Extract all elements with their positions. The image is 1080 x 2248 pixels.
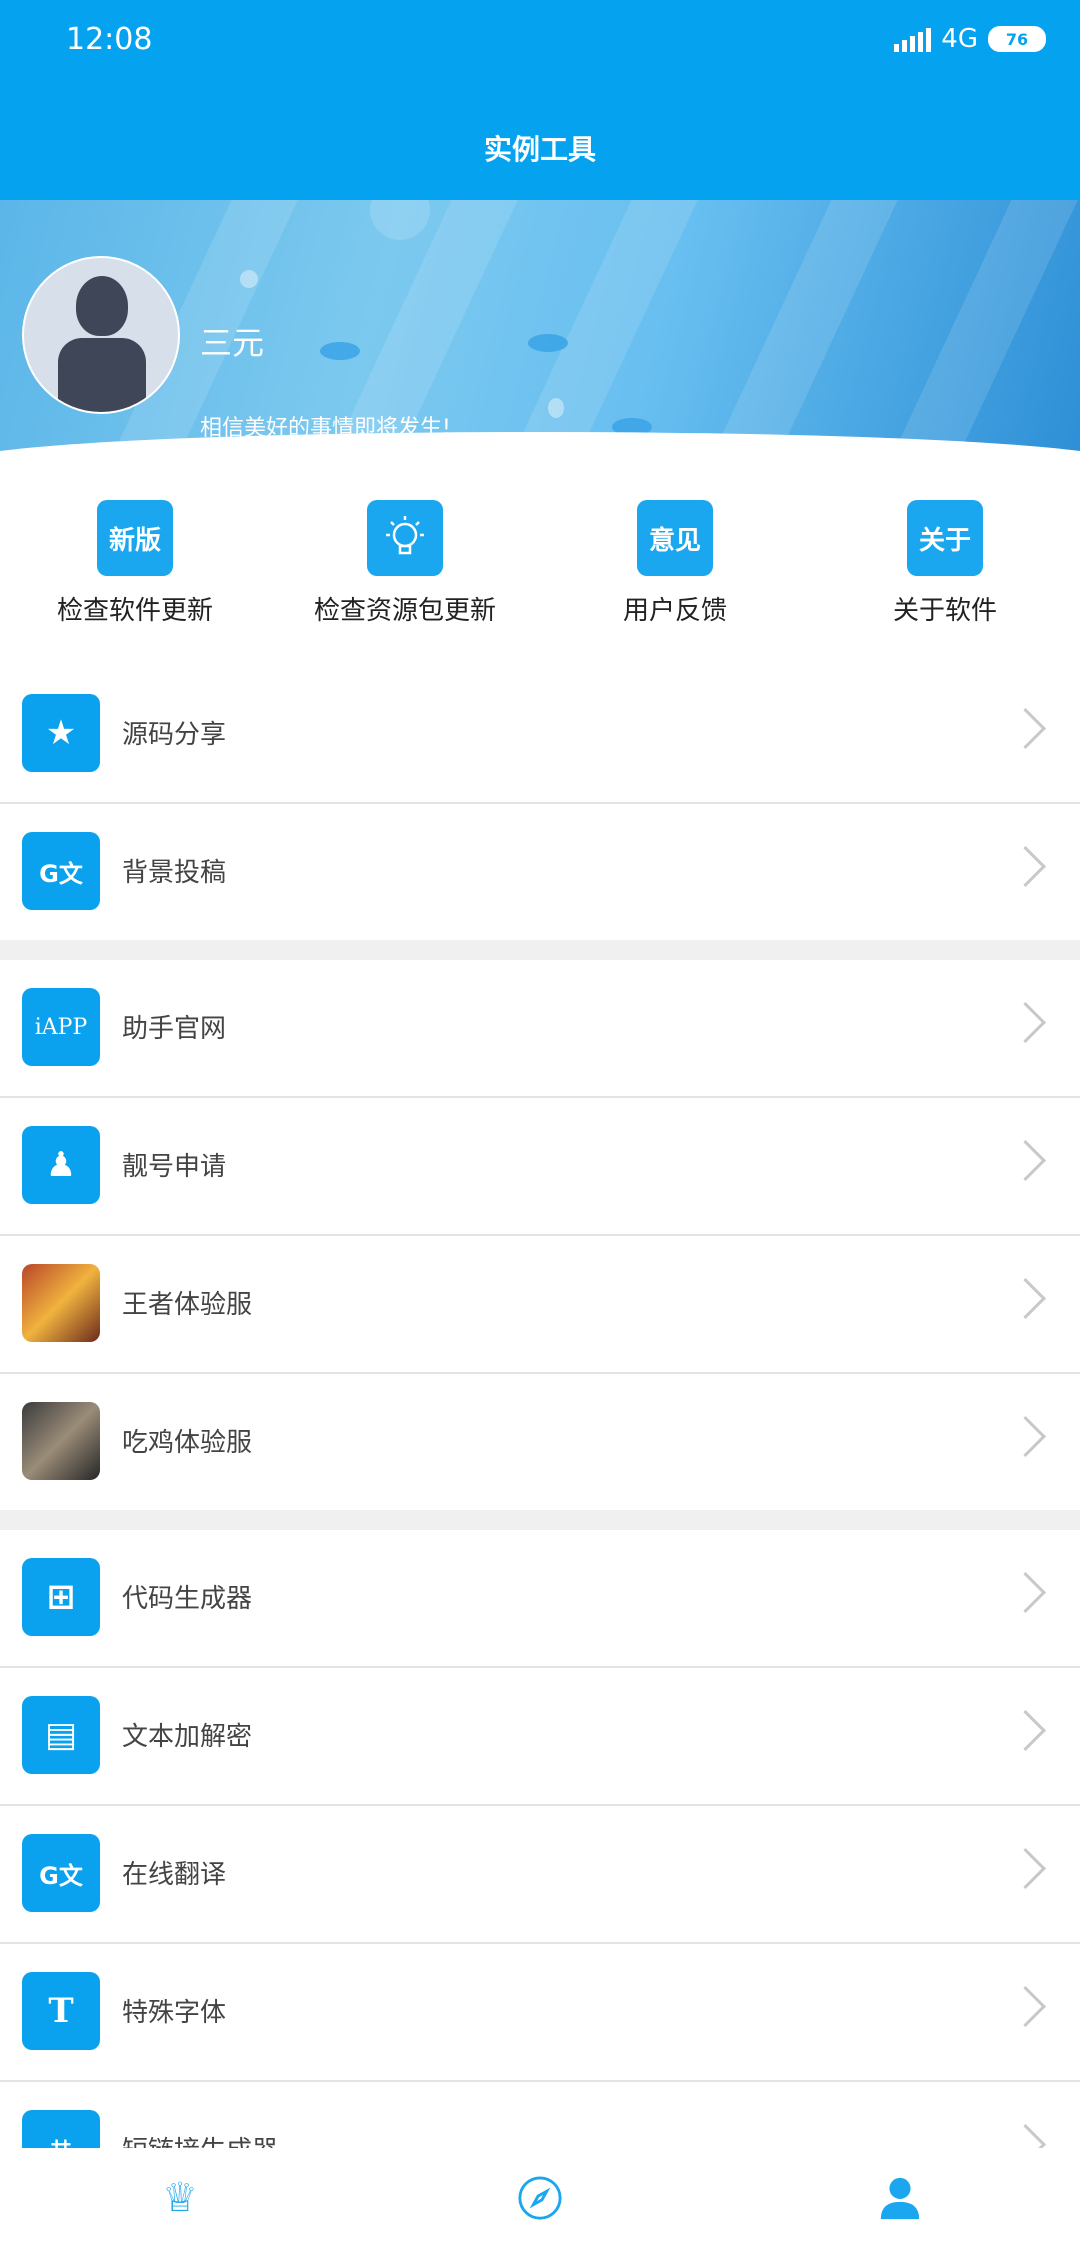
chevron-right-icon	[1004, 1415, 1047, 1458]
compass-icon	[517, 2175, 563, 2221]
quick-action-label: 用户反馈	[622, 596, 727, 626]
chevron-right-icon	[1004, 707, 1047, 750]
profile-motto: 相信美好的事情即将发生!	[200, 416, 451, 441]
menu-item-label: 文本加解密	[122, 1722, 253, 1752]
menu-item-label: 助手官网	[122, 1014, 227, 1044]
quick-actions: 新版 检查软件更新 检查资源包更新 意见 用户反馈 关于 关于软件	[0, 500, 1080, 640]
about-icon: 关于	[907, 500, 983, 576]
menu-item-background-submit[interactable]: G文 背景投稿	[0, 804, 1080, 940]
menu-item-label: 源码分享	[122, 720, 227, 750]
tab-home[interactable]: ♕	[0, 2148, 360, 2248]
check-resource-update-button[interactable]: 检查资源包更新	[270, 500, 540, 627]
section-divider	[0, 940, 1080, 960]
menu-item-label: 在线翻译	[122, 1860, 227, 1890]
feedback-button[interactable]: 意见 用户反馈	[540, 500, 810, 627]
chevron-right-icon	[1004, 845, 1047, 888]
section-divider	[0, 1510, 1080, 1530]
status-time: 12:08	[66, 22, 153, 57]
menu-item-source-share[interactable]: ★ 源码分享	[0, 666, 1080, 804]
menu-item-online-translate[interactable]: G文 在线翻译	[0, 1806, 1080, 1944]
app-header: 12:08 4G 76 实例工具	[0, 0, 1080, 200]
menu-list: ★ 源码分享 G文 背景投稿 iAPP 助手官网 ♟ 靓号申请 王者体验服 吃鸡…	[0, 666, 1080, 2218]
pubg-icon	[22, 1402, 100, 1480]
chevron-right-icon	[1004, 1001, 1047, 1044]
crown-icon: ♕	[162, 2175, 198, 2221]
qq-icon: ♟	[22, 1126, 100, 1204]
menu-item-label: 王者体验服	[122, 1290, 253, 1320]
bottom-navigation: ♕	[0, 2148, 1080, 2248]
lightbulb-icon	[367, 500, 443, 576]
tab-profile[interactable]	[720, 2148, 1080, 2248]
feedback-icon: 意见	[637, 500, 713, 576]
chevron-right-icon	[1004, 1277, 1047, 1320]
signal-icon	[894, 26, 932, 52]
quick-action-label: 关于软件	[892, 596, 997, 626]
menu-item-code-generator[interactable]: ⊞ 代码生成器	[0, 1530, 1080, 1668]
translate-icon: G文	[22, 1834, 100, 1912]
menu-item-label: 背景投稿	[122, 858, 227, 888]
quick-action-label: 检查资源包更新	[313, 596, 496, 626]
chevron-right-icon	[1004, 1847, 1047, 1890]
menu-item-special-font[interactable]: T 特殊字体	[0, 1944, 1080, 2082]
menu-item-label: 靓号申请	[122, 1152, 227, 1182]
network-label: 4G	[941, 24, 978, 54]
new-version-icon: 新版	[97, 500, 173, 576]
document-icon: ▤	[22, 1696, 100, 1774]
add-copy-icon: ⊞	[22, 1558, 100, 1636]
translate-icon: G文	[22, 832, 100, 910]
username: 三元	[200, 324, 265, 362]
honor-of-kings-icon	[22, 1264, 100, 1342]
chevron-right-icon	[1004, 1139, 1047, 1182]
avatar[interactable]	[22, 256, 180, 414]
about-button[interactable]: 关于 关于软件	[810, 500, 1080, 627]
check-app-update-button[interactable]: 新版 检查软件更新	[0, 500, 270, 627]
chevron-right-icon	[1004, 1709, 1047, 1752]
status-icons: 4G 76	[894, 24, 1046, 54]
battery-icon: 76	[988, 26, 1046, 52]
menu-item-vanity-number[interactable]: ♟ 靓号申请	[0, 1098, 1080, 1236]
page-title: 实例工具	[483, 133, 596, 166]
menu-item-label: 吃鸡体验服	[122, 1428, 253, 1458]
tab-discover[interactable]	[360, 2148, 720, 2248]
user-icon	[877, 2175, 923, 2221]
menu-item-hok-beta[interactable]: 王者体验服	[0, 1236, 1080, 1374]
menu-item-text-crypto[interactable]: ▤ 文本加解密	[0, 1668, 1080, 1806]
menu-item-official-site[interactable]: iAPP 助手官网	[0, 960, 1080, 1098]
menu-item-label: 代码生成器	[122, 1584, 253, 1614]
font-icon: T	[22, 1972, 100, 2050]
star-icon: ★	[22, 694, 100, 772]
quick-action-label: 检查软件更新	[56, 596, 213, 626]
chevron-right-icon	[1004, 1571, 1047, 1614]
menu-item-label: 特殊字体	[122, 1998, 227, 2028]
menu-item-pubg-beta[interactable]: 吃鸡体验服	[0, 1374, 1080, 1510]
iapp-icon: iAPP	[22, 988, 100, 1066]
chevron-right-icon	[1004, 1985, 1047, 2028]
